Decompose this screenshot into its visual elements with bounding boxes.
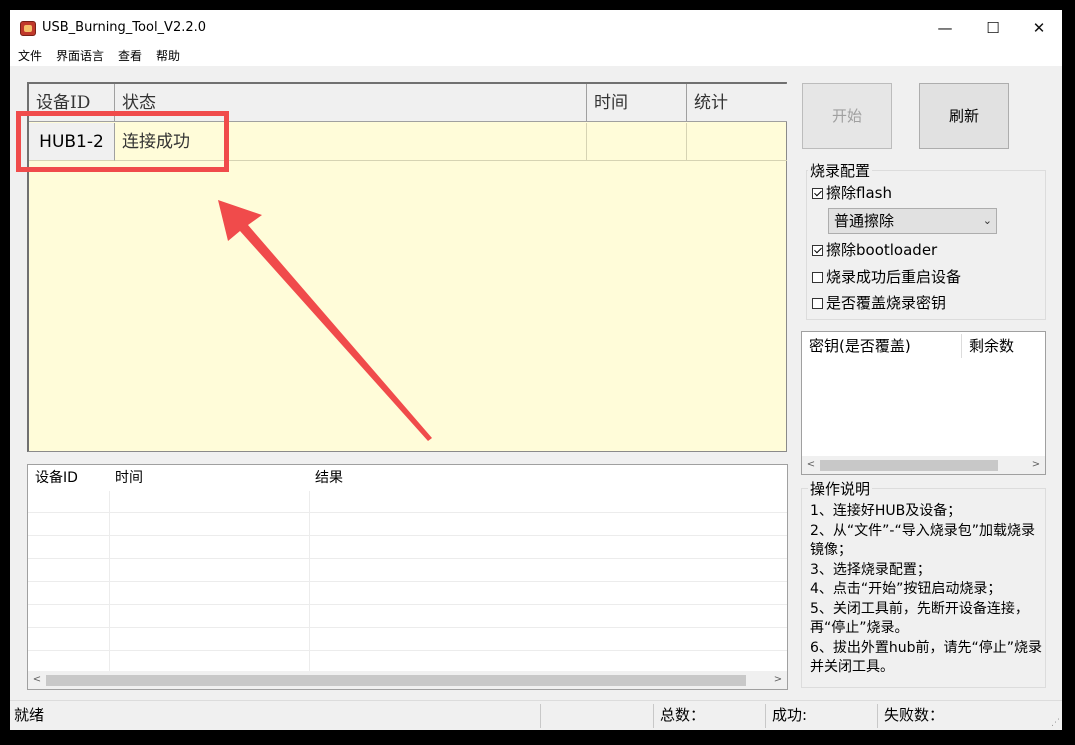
status-failed: 失败数： [884, 706, 945, 724]
instruction-line: 2、从“文件”-“导入烧录包”加载烧录镜像； [810, 522, 1035, 559]
scroll-left-icon[interactable]: < [802, 456, 820, 474]
overwrite-key-checkbox[interactable]: 是否覆盖烧录密钥 [812, 293, 946, 313]
start-button[interactable]: 开始 [802, 83, 892, 149]
col-stats[interactable]: 统计 [687, 84, 787, 122]
close-button[interactable]: ✕ [1016, 10, 1062, 46]
log-row-line [28, 558, 787, 559]
status-divider [653, 704, 654, 728]
erase-flash-label: 擦除flash [826, 184, 892, 202]
status-divider [540, 704, 541, 728]
title-bar: USB_Burning_Tool_V2.2.0 — ☐ ✕ [10, 10, 1062, 46]
instruction-line: 6、拔出外置hub前，请先“停止”烧录并关闭工具。 [810, 639, 1043, 676]
menu-language[interactable]: 界面语言 [56, 47, 104, 64]
checkbox-unchecked-icon [812, 272, 823, 283]
checkbox-unchecked-icon [812, 298, 823, 309]
menu-file[interactable]: 文件 [18, 47, 42, 64]
log-row-line [28, 650, 787, 651]
erase-mode-select[interactable]: 普通擦除 ⌄ [828, 208, 997, 234]
menu-help[interactable]: 帮助 [156, 47, 180, 64]
status-total: 总数： [660, 706, 706, 724]
status-state: 就绪 [14, 706, 45, 724]
menu-view[interactable]: 查看 [118, 47, 142, 64]
refresh-button[interactable]: 刷新 [919, 83, 1009, 149]
instructions-title: 操作说明 [808, 478, 873, 499]
scroll-right-icon[interactable]: > [769, 671, 787, 689]
main-window: USB_Burning_Tool_V2.2.0 — ☐ ✕ 文件 界面语言 查看… [10, 10, 1062, 730]
scroll-right-icon[interactable]: > [1027, 456, 1045, 474]
resize-grip-icon[interactable]: ⋰ [1051, 718, 1060, 728]
device-time-cell[interactable] [587, 123, 687, 161]
log-row-line [28, 535, 787, 536]
scroll-left-icon[interactable]: < [28, 671, 46, 689]
burn-config-title: 烧录配置 [808, 160, 873, 181]
device-stats-cell[interactable] [687, 123, 787, 161]
log-col-device-id[interactable]: 设备ID [28, 465, 108, 491]
reboot-after-label: 烧录成功后重启设备 [826, 268, 962, 286]
log-col-time[interactable]: 时间 [108, 465, 308, 491]
overwrite-key-label: 是否覆盖烧录密钥 [826, 294, 947, 312]
highlight-box [16, 111, 229, 172]
status-success: 成功: [772, 706, 808, 724]
key-list[interactable]: 密钥(是否覆盖) 剩余数 < > [801, 331, 1046, 475]
log-row-line [28, 512, 787, 513]
maximize-button[interactable]: ☐ [970, 10, 1016, 46]
erase-flash-checkbox[interactable]: 擦除flash [812, 183, 892, 203]
key-col-name[interactable]: 密钥(是否覆盖) [802, 334, 962, 358]
key-scroll-thumb[interactable] [820, 460, 998, 471]
chevron-down-icon: ⌄ [982, 214, 992, 227]
log-scrollbar[interactable]: < > [28, 671, 787, 689]
erase-mode-value: 普通擦除 [834, 212, 895, 230]
instruction-line: 5、关闭工具前，先断开设备连接，再“停止”烧录。 [810, 600, 1029, 637]
instructions-text: 1、连接好HUB及设备； 2、从“文件”-“导入烧录包”加载烧录镜像； 3、选择… [810, 502, 1045, 678]
log-row-line [28, 604, 787, 605]
log-scroll-thumb[interactable] [46, 675, 746, 686]
status-divider [765, 704, 766, 728]
reboot-after-checkbox[interactable]: 烧录成功后重启设备 [812, 267, 961, 287]
erase-bootloader-checkbox[interactable]: 擦除bootloader [812, 240, 937, 260]
status-bar: 就绪 总数： 成功: 失败数： ⋰ [10, 700, 1062, 730]
log-col-result[interactable]: 结果 [308, 465, 708, 491]
key-list-scrollbar[interactable]: < > [802, 456, 1045, 474]
log-row-line [28, 581, 787, 582]
status-divider [877, 704, 878, 728]
key-col-remaining[interactable]: 剩余数 [962, 334, 1042, 358]
log-grid[interactable]: 设备ID 时间 结果 < > [27, 464, 788, 690]
instruction-line: 4、点击“开始”按钮启动烧录； [810, 581, 1002, 597]
col-time[interactable]: 时间 [587, 84, 687, 122]
menu-bar: 文件 界面语言 查看 帮助 [10, 46, 1062, 66]
log-row-line [28, 627, 787, 628]
minimize-button[interactable]: — [922, 10, 968, 46]
instruction-line: 3、选择烧录配置； [810, 561, 931, 578]
erase-bootloader-label: 擦除bootloader [826, 241, 938, 259]
window-title: USB_Burning_Tool_V2.2.0 [42, 20, 207, 35]
app-icon [20, 21, 36, 36]
checkbox-checked-icon [812, 188, 823, 199]
instruction-line: 1、连接好HUB及设备； [810, 503, 962, 519]
checkbox-checked-icon [812, 245, 823, 256]
annotation-arrow [218, 200, 432, 441]
